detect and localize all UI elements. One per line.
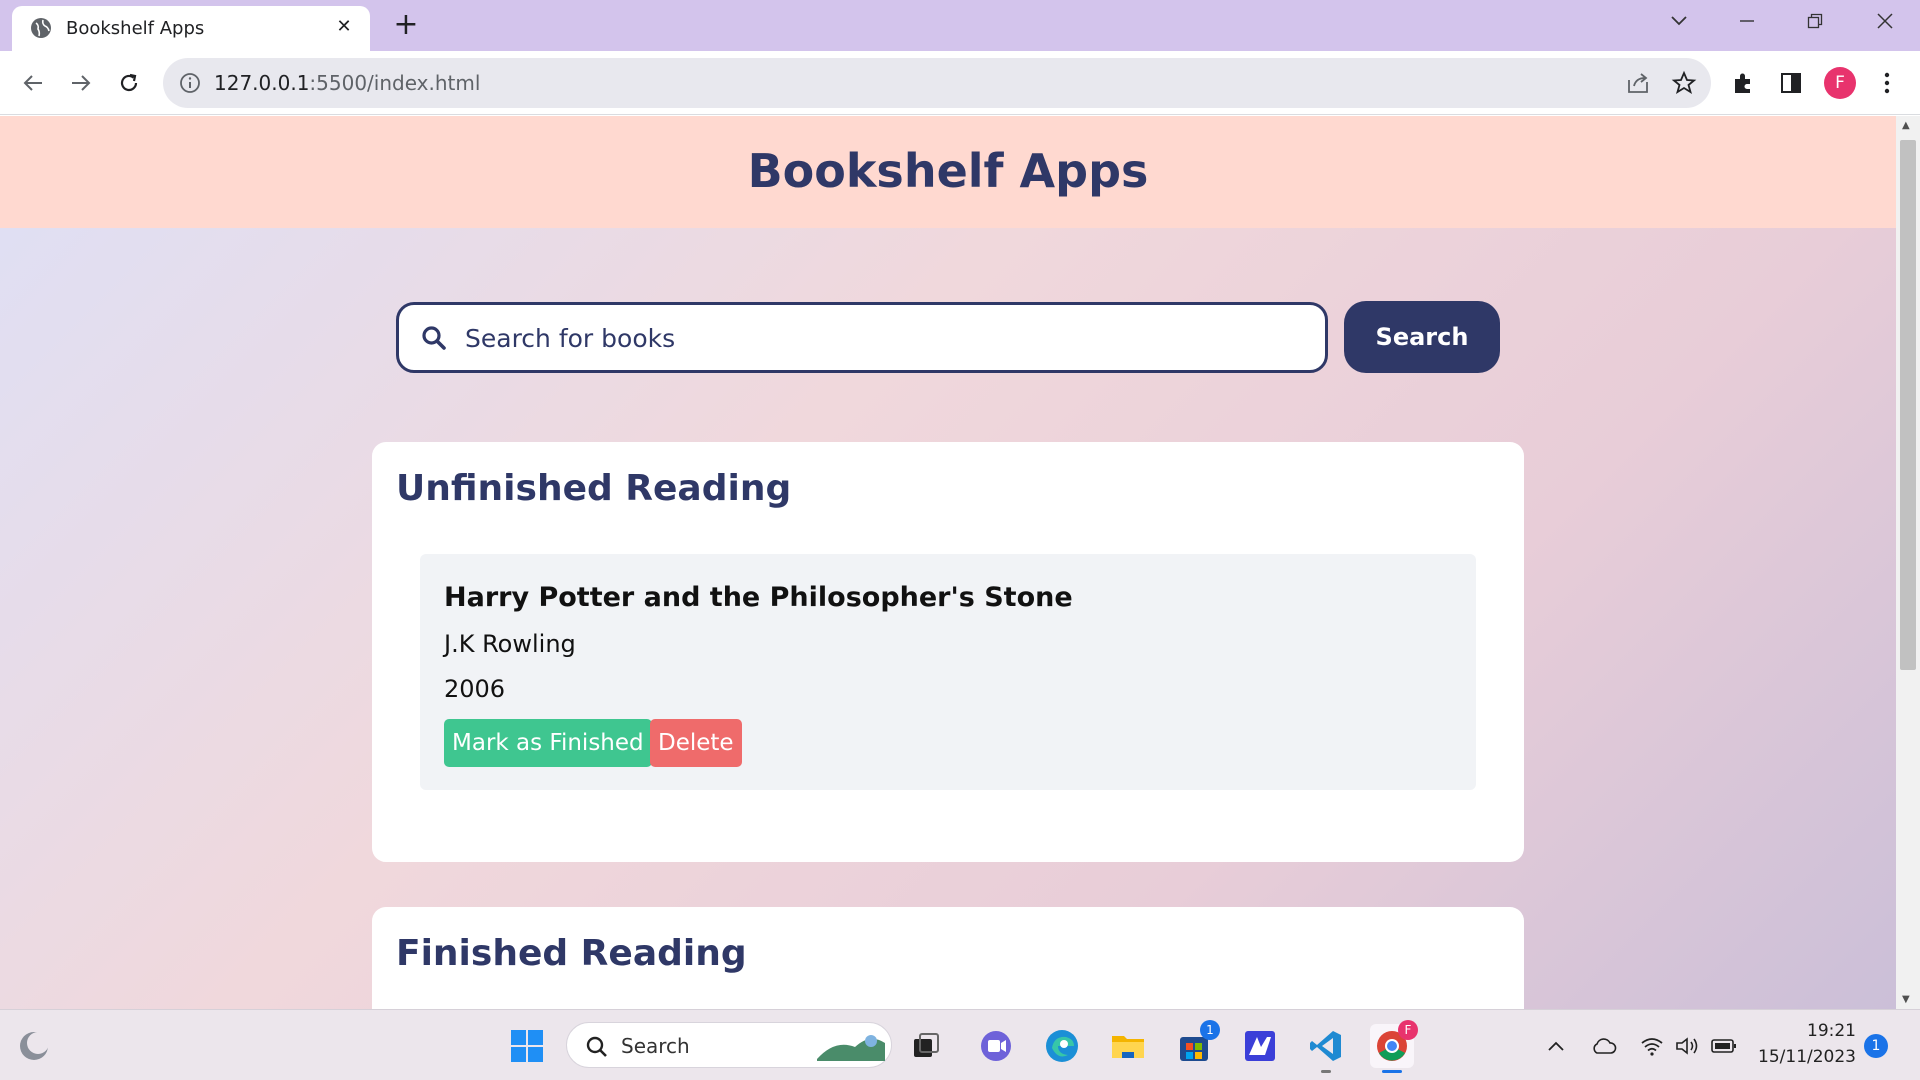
app-logo-icon bbox=[1245, 1031, 1275, 1061]
notification-badge[interactable]: 1 bbox=[1864, 1034, 1888, 1058]
app-button[interactable] bbox=[1238, 1024, 1282, 1068]
globe-icon bbox=[31, 18, 51, 38]
search-box[interactable] bbox=[396, 302, 1328, 373]
clock-date[interactable]: 15/11/2023 bbox=[1756, 1047, 1856, 1067]
taskbar-search-label: Search bbox=[621, 1034, 690, 1058]
more-vertical-icon bbox=[1884, 72, 1890, 94]
onedrive-tray-button[interactable] bbox=[1590, 1032, 1618, 1060]
battery-tray-button[interactable] bbox=[1710, 1032, 1738, 1060]
search-icon bbox=[586, 1036, 607, 1057]
scrollbar-thumb[interactable] bbox=[1900, 140, 1916, 670]
edge-browser-icon bbox=[1046, 1030, 1078, 1062]
file-explorer-button[interactable] bbox=[1106, 1024, 1150, 1068]
clock-time[interactable]: 19:21 bbox=[1756, 1021, 1856, 1041]
page-scrollbar[interactable]: ▲ ▼ bbox=[1896, 116, 1920, 1009]
tab-search-button[interactable] bbox=[1648, 0, 1710, 42]
url-host: 127.0.0.1 bbox=[214, 71, 310, 95]
info-icon[interactable] bbox=[179, 72, 201, 94]
show-hidden-icons-button[interactable] bbox=[1542, 1032, 1570, 1060]
store-badge: 1 bbox=[1200, 1020, 1220, 1040]
store-button[interactable]: 1 bbox=[1172, 1020, 1220, 1068]
browser-tab-bar: Bookshelf Apps ✕ + bbox=[0, 0, 1920, 51]
page-viewport: Bookshelf Apps Search Unfinished Reading… bbox=[0, 116, 1896, 1009]
address-bar[interactable]: 127.0.0.1:5500/index.html bbox=[163, 58, 1711, 108]
browser-menu-button[interactable] bbox=[1868, 64, 1906, 102]
vscode-button[interactable] bbox=[1304, 1024, 1348, 1073]
close-window-button[interactable] bbox=[1854, 0, 1916, 42]
vscode-icon bbox=[1310, 1031, 1341, 1061]
volume-tray-button[interactable] bbox=[1674, 1032, 1702, 1060]
minimize-button[interactable] bbox=[1716, 0, 1778, 42]
widgets-button[interactable] bbox=[12, 1024, 56, 1068]
url-path: :5500/index.html bbox=[309, 71, 481, 95]
arrow-right-icon bbox=[72, 75, 91, 91]
share-icon[interactable] bbox=[1625, 70, 1651, 96]
teams-chat-button[interactable] bbox=[974, 1024, 1018, 1068]
book-title: Harry Potter and the Philosopher's Stone bbox=[444, 582, 1073, 613]
search-button[interactable]: Search bbox=[1344, 301, 1500, 373]
close-icon bbox=[1877, 13, 1893, 29]
url-text[interactable]: 127.0.0.1:5500/index.html bbox=[214, 71, 480, 95]
unfinished-reading-section: Unfinished Reading Harry Potter and the … bbox=[372, 442, 1524, 862]
chat-icon bbox=[981, 1031, 1011, 1061]
side-panel-button[interactable] bbox=[1772, 64, 1810, 102]
puzzle-icon bbox=[1735, 73, 1750, 93]
taskbar-search[interactable]: Search bbox=[566, 1022, 892, 1068]
active-indicator bbox=[1382, 1070, 1402, 1073]
search-icon bbox=[422, 326, 446, 350]
chrome-profile-badge: F bbox=[1398, 1020, 1418, 1040]
restore-button[interactable] bbox=[1784, 0, 1846, 42]
restore-icon bbox=[1807, 13, 1823, 29]
scroll-down-arrow-icon[interactable]: ▼ bbox=[1902, 994, 1910, 1005]
finished-heading: Finished Reading bbox=[396, 933, 747, 974]
tab-title: Bookshelf Apps bbox=[66, 18, 205, 39]
extensions-button[interactable] bbox=[1724, 64, 1762, 102]
back-button[interactable] bbox=[14, 64, 52, 102]
new-tab-button[interactable]: + bbox=[390, 10, 422, 42]
speaker-icon bbox=[1676, 1037, 1698, 1055]
edge-button[interactable] bbox=[1040, 1024, 1084, 1068]
running-indicator bbox=[1321, 1070, 1331, 1073]
app-title: Bookshelf Apps bbox=[747, 144, 1149, 198]
battery-icon bbox=[1711, 1039, 1736, 1053]
network-tray-button[interactable] bbox=[1638, 1032, 1666, 1060]
delete-book-button[interactable]: Delete bbox=[650, 719, 742, 767]
finished-reading-section: Finished Reading bbox=[372, 907, 1524, 1009]
cloud-icon bbox=[1593, 1038, 1617, 1054]
search-input[interactable] bbox=[465, 319, 1305, 357]
minimize-icon bbox=[1740, 20, 1754, 22]
mark-as-finished-button[interactable]: Mark as Finished bbox=[444, 719, 652, 767]
profile-avatar[interactable]: F bbox=[1824, 67, 1856, 99]
star-icon[interactable] bbox=[1671, 70, 1697, 96]
weather-widget-icon bbox=[20, 1032, 49, 1060]
side-panel-icon bbox=[1781, 73, 1801, 93]
task-view-icon bbox=[914, 1033, 939, 1057]
folder-icon bbox=[1112, 1036, 1144, 1058]
arrow-left-icon bbox=[23, 75, 42, 91]
taskbar: Search 1 F 19:21 15/11/2023 1 bbox=[0, 1009, 1920, 1080]
reload-button[interactable] bbox=[110, 64, 148, 102]
start-button[interactable] bbox=[505, 1024, 549, 1068]
close-tab-icon[interactable]: ✕ bbox=[332, 15, 356, 39]
chrome-button[interactable]: F bbox=[1370, 1020, 1418, 1073]
app-header: Bookshelf Apps bbox=[0, 116, 1896, 228]
book-year: 2006 bbox=[444, 675, 506, 703]
book-author: J.K Rowling bbox=[444, 630, 576, 658]
browser-tab[interactable]: Bookshelf Apps ✕ bbox=[12, 6, 370, 51]
book-item: Harry Potter and the Philosopher's Stone… bbox=[420, 554, 1476, 790]
search-highlight-icon bbox=[817, 1035, 885, 1061]
wifi-icon bbox=[1641, 1038, 1663, 1056]
task-view-button[interactable] bbox=[904, 1024, 948, 1068]
chevron-down-icon bbox=[1671, 16, 1687, 26]
windows-logo-icon bbox=[511, 1030, 543, 1062]
scroll-up-arrow-icon[interactable]: ▲ bbox=[1902, 120, 1910, 131]
chevron-up-icon bbox=[1548, 1041, 1564, 1051]
reload-icon bbox=[120, 73, 138, 92]
forward-button[interactable] bbox=[62, 64, 100, 102]
unfinished-heading: Unfinished Reading bbox=[396, 468, 792, 509]
